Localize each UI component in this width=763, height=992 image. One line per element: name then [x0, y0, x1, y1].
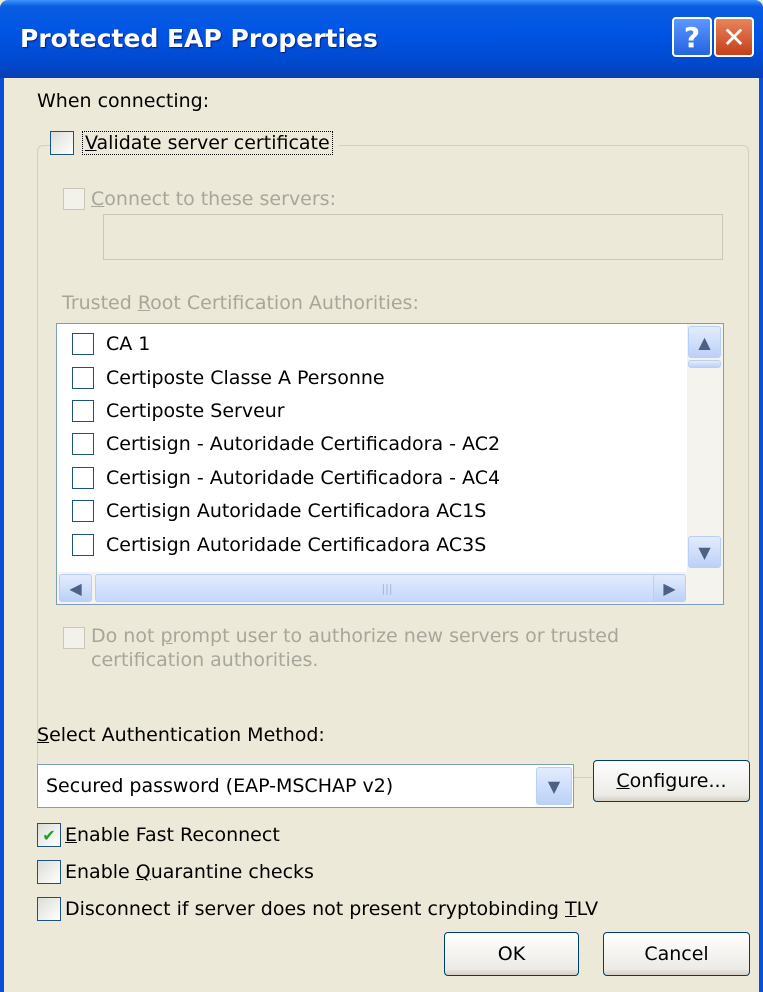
- disconnect-cryptobinding-checkbox[interactable]: [37, 897, 61, 921]
- ca-name: Certiposte Classe A Personne: [106, 367, 385, 389]
- configure-button[interactable]: Configure...: [593, 760, 750, 802]
- list-item[interactable]: CA 1: [72, 329, 150, 359]
- list-item[interactable]: Certisign - Autoridade Certificadora - A…: [72, 429, 500, 459]
- window-title: Protected EAP Properties: [20, 24, 378, 53]
- help-button[interactable]: ?: [672, 17, 712, 57]
- connect-to-servers-label: Connect to these servers:: [91, 188, 336, 210]
- horizontal-scrollbar[interactable]: ◀ ||| ▶: [57, 572, 723, 604]
- ok-button[interactable]: OK: [444, 932, 579, 976]
- enable-quarantine-row: Enable Quarantine checks: [37, 860, 314, 884]
- connect-to-servers-checkbox[interactable]: [63, 188, 85, 210]
- cancel-button[interactable]: Cancel: [603, 932, 750, 976]
- horizontal-scroll-thumb[interactable]: |||: [95, 574, 679, 602]
- trusted-root-label: Trusted Root Certification Authorities:: [62, 292, 419, 314]
- enable-fast-reconnect-label: Enable Fast Reconnect: [65, 824, 280, 846]
- enable-quarantine-checkbox[interactable]: [37, 860, 61, 884]
- window-frame-left: [0, 78, 4, 992]
- ca-checkbox[interactable]: [72, 333, 94, 355]
- ca-name: Certisign Autoridade Certificadora AC3S: [106, 534, 487, 556]
- scroll-up-icon[interactable]: ▲: [688, 326, 721, 358]
- ca-checkbox[interactable]: [72, 534, 94, 556]
- ca-name: CA 1: [106, 333, 151, 355]
- ca-checkbox[interactable]: [72, 367, 94, 389]
- select-auth-method-label: Select Authentication Method:: [37, 724, 325, 746]
- vertical-scrollbar[interactable]: ▲ ▼: [687, 324, 723, 572]
- list-item[interactable]: Certisign Autoridade Certificadora AC3S: [72, 530, 486, 560]
- list-item[interactable]: Certisign - Autoridade Certificadora - A…: [72, 463, 500, 493]
- enable-fast-reconnect-row: ✔ Enable Fast Reconnect: [37, 823, 280, 847]
- validate-server-cert-row: Validate server certificate: [50, 131, 339, 155]
- ca-checkbox[interactable]: [72, 500, 94, 522]
- disconnect-cryptobinding-label: Disconnect if server does not present cr…: [65, 898, 599, 920]
- scroll-right-icon[interactable]: ▶: [653, 574, 686, 602]
- vertical-scroll-thumb[interactable]: [688, 360, 721, 368]
- ca-checkbox[interactable]: [72, 433, 94, 455]
- connect-to-servers-row: Connect to these servers:: [63, 188, 336, 210]
- ca-name: Certiposte Serveur: [106, 400, 285, 422]
- list-item[interactable]: Certisign Autoridade Certificadora AC1S: [72, 496, 486, 526]
- validate-server-cert-label[interactable]: Validate server certificate: [82, 131, 333, 155]
- auth-method-selected: Secured password (EAP-MSCHAP v2): [46, 775, 394, 797]
- do-not-prompt-row: Do not prompt user to authorize new serv…: [63, 625, 619, 671]
- when-connecting-label: When connecting:: [37, 90, 210, 112]
- enable-quarantine-label: Enable Quarantine checks: [65, 861, 314, 883]
- ca-name: Certisign Autoridade Certificadora AC1S: [106, 500, 487, 522]
- do-not-prompt-checkbox[interactable]: [63, 627, 85, 649]
- ca-checkbox[interactable]: [72, 467, 94, 489]
- auth-method-dropdown[interactable]: Secured password (EAP-MSCHAP v2) ▼: [37, 764, 574, 808]
- validate-server-cert-checkbox[interactable]: [50, 131, 74, 155]
- scroll-left-icon[interactable]: ◀: [59, 574, 92, 602]
- enable-fast-reconnect-checkbox[interactable]: ✔: [37, 823, 61, 847]
- do-not-prompt-label: Do not prompt user to authorize new serv…: [91, 625, 620, 671]
- close-button[interactable]: ✕: [714, 17, 754, 57]
- ca-listbox[interactable]: CA 1 Certiposte Classe A Personne Certip…: [56, 323, 724, 605]
- ca-checkbox[interactable]: [72, 400, 94, 422]
- ca-name: Certisign - Autoridade Certificadora - A…: [106, 467, 501, 489]
- list-item[interactable]: Certiposte Classe A Personne: [72, 363, 385, 393]
- scroll-down-icon[interactable]: ▼: [688, 536, 721, 568]
- chevron-down-icon[interactable]: ▼: [536, 767, 572, 805]
- window-frame-right: [759, 78, 763, 992]
- servers-input[interactable]: [103, 214, 723, 260]
- disconnect-cryptobinding-row: Disconnect if server does not present cr…: [37, 897, 598, 921]
- ca-name: Certisign - Autoridade Certificadora - A…: [106, 433, 501, 455]
- list-item[interactable]: Certiposte Serveur: [72, 396, 285, 426]
